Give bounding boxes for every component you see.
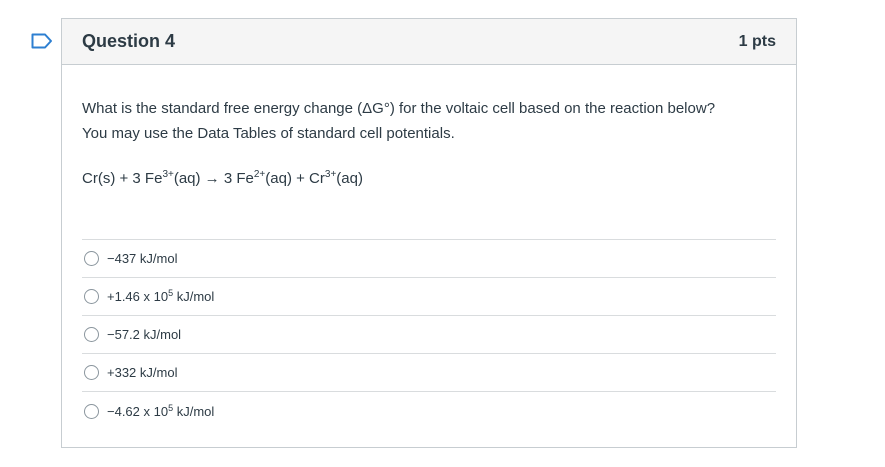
answer-option[interactable]: −57.2 kJ/mol [82, 316, 776, 354]
reaction-charge: 3+ [162, 169, 174, 180]
question-title: Question 4 [82, 31, 176, 51]
prompt-line-2: You may use the Data Tables of standard … [82, 125, 455, 142]
answer-option[interactable]: −437 kJ/mol [82, 240, 776, 278]
reaction-part: (aq) [336, 170, 363, 187]
answer-label: +332 kJ/mol [107, 365, 178, 380]
question-header: Question 4 1 pts [62, 19, 796, 65]
question-points: 1 pts [738, 32, 776, 50]
question-body: What is the standard free energy change … [62, 65, 796, 430]
answer-label: −57.2 kJ/mol [107, 327, 182, 342]
radio-button[interactable] [84, 327, 99, 342]
reaction-equation: Cr(s) + 3 Fe3+(aq) → 3 Fe2+(aq) + Cr3+(a… [82, 169, 776, 189]
answer-option[interactable]: −4.62 x 105 kJ/mol [82, 392, 776, 430]
radio-button[interactable] [84, 365, 99, 380]
radio-button[interactable] [84, 289, 99, 304]
question-prompt: What is the standard free energy change … [82, 96, 776, 146]
flag-question-icon[interactable] [31, 33, 53, 49]
answer-option[interactable]: +1.46 x 105 kJ/mol [82, 278, 776, 316]
answer-label: +1.46 x 105 kJ/mol [107, 288, 215, 305]
reaction-charge: 3+ [324, 169, 337, 180]
reaction-part: (aq) + Cr [265, 170, 325, 187]
prompt-line-1: What is the standard free energy change … [82, 100, 716, 117]
reaction-charge: 2+ [253, 169, 266, 180]
radio-button[interactable] [84, 251, 99, 266]
reaction-part: (aq) → 3 Fe [173, 170, 254, 187]
answer-label: −437 kJ/mol [107, 251, 178, 266]
reaction-part: Cr(s) + 3 Fe [82, 170, 163, 187]
radio-button[interactable] [84, 403, 99, 419]
answer-option[interactable]: +332 kJ/mol [82, 354, 776, 392]
answer-list: −437 kJ/mol +1.46 x 105 kJ/mol −57.2 kJ/… [82, 239, 776, 430]
answer-label: −4.62 x 105 kJ/mol [107, 402, 215, 419]
question-card: Question 4 1 pts What is the standard fr… [61, 18, 797, 448]
